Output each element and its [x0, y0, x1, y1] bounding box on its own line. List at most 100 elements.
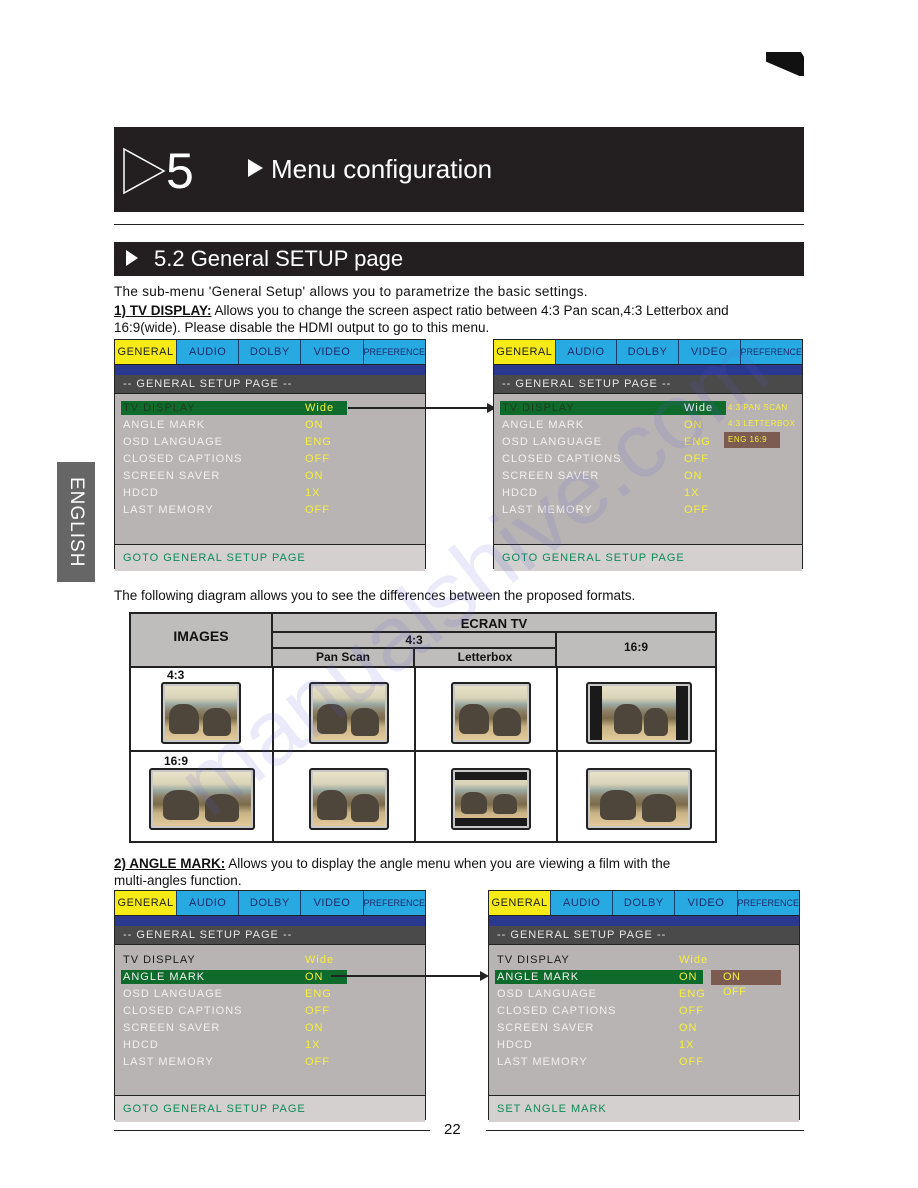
osd-navy-strip [115, 916, 425, 926]
row-label: TV DISPLAY [123, 402, 196, 414]
menu-row-hdcd[interactable]: HDCD 1X [121, 1038, 347, 1052]
menu-row-tv-display[interactable]: TV DISPLAY Wide [500, 401, 726, 415]
option-off[interactable]: OFF [711, 985, 781, 1000]
row-label: HDCD [497, 1039, 533, 1051]
tab-dolby[interactable]: DOLBY [613, 891, 676, 915]
menu-row-closed-captions[interactable]: CLOSED CAPTIONS OFF [121, 452, 347, 466]
menu-row-closed-captions[interactable]: CLOSED CAPTIONS OFF [121, 1004, 347, 1018]
header-4-3: 4:3 [273, 633, 557, 649]
row-label: OSD LANGUAGE [123, 988, 224, 1000]
osd-menu-tv-display-before: GENERAL AUDIO DOLBY VIDEO PREFERENCE -- … [114, 339, 426, 571]
osd-tab-bar: GENERAL AUDIO DOLBY VIDEO PREFERENCE [489, 891, 800, 916]
option-pan-scan[interactable]: 4:3 PAN SCAN [724, 400, 800, 416]
row-value: ON [305, 1022, 324, 1034]
menu-row-last-memory[interactable]: LAST MEMORY OFF [121, 503, 347, 517]
menu-row-last-memory[interactable]: LAST MEMORY OFF [495, 1055, 721, 1069]
tab-dolby[interactable]: DOLBY [239, 340, 302, 364]
elephant-image-pan-scan [309, 682, 389, 744]
tab-preference[interactable]: PREFERENCE [740, 340, 803, 364]
osd-page-title: -- GENERAL SETUP PAGE -- [494, 375, 802, 393]
menu-row-last-memory[interactable]: LAST MEMORY OFF [500, 503, 726, 517]
menu-row-angle-mark[interactable]: ANGLE MARK ON [121, 418, 347, 432]
tab-general[interactable]: GENERAL [115, 340, 178, 364]
menu-row-angle-mark[interactable]: ANGLE MARK ON [495, 970, 703, 984]
tab-general[interactable]: GENERAL [494, 340, 556, 364]
play-triangle-icon [248, 159, 263, 177]
row-value: Wide [305, 402, 335, 414]
menu-row-hdcd[interactable]: HDCD 1X [121, 486, 347, 500]
aspect-ratio-diagram: IMAGES ECRAN TV 4:3 16:9 Pan Scan Letter… [129, 612, 717, 843]
page-number: 22 [444, 1121, 461, 1138]
header-pan-scan: Pan Scan [273, 649, 415, 666]
menu-row-hdcd[interactable]: HDCD 1X [495, 1038, 721, 1052]
option-on[interactable]: ON [711, 970, 781, 985]
osd-tab-bar: GENERAL AUDIO DOLBY VIDEO PREFERENCE [115, 340, 426, 365]
angle-mark-keyword: 2) ANGLE MARK: [114, 856, 226, 871]
menu-row-tv-display[interactable]: TV DISPLAY Wide [121, 401, 347, 415]
tab-dolby[interactable]: DOLBY [239, 891, 302, 915]
row-value: Wide [679, 954, 709, 966]
option-16-9[interactable]: ENG 16:9 [724, 432, 780, 448]
menu-row-osd-language[interactable]: OSD LANGUAGE ENG [121, 435, 347, 449]
tab-video[interactable]: VIDEO [301, 891, 364, 915]
menu-row-last-memory[interactable]: LAST MEMORY OFF [121, 1055, 347, 1069]
menu-row-screen-saver[interactable]: SCREEN SAVER ON [121, 469, 347, 483]
tab-audio[interactable]: AUDIO [555, 340, 618, 364]
menu-row-closed-captions[interactable]: CLOSED CAPTIONS OFF [500, 452, 726, 466]
tab-dolby[interactable]: DOLBY [617, 340, 679, 364]
osd-body: TV DISPLAY Wide ANGLE MARK ON OSD LANGUAGE… [489, 944, 799, 1095]
menu-row-closed-captions[interactable]: CLOSED CAPTIONS OFF [495, 1004, 721, 1018]
osd-body: TV DISPLAY Wide ANGLE MARK ON OSD LANGUAGE… [115, 393, 425, 544]
tab-audio[interactable]: AUDIO [551, 891, 614, 915]
tab-video[interactable]: VIDEO [678, 340, 741, 364]
row-label: CLOSED CAPTIONS [123, 453, 243, 465]
tab-audio[interactable]: AUDIO [177, 340, 240, 364]
intro-text: The sub-menu 'General Setup' allows you … [114, 284, 588, 299]
osd-body: TV DISPLAY Wide ANGLE MARK ON OSD LANGUAGE… [115, 944, 425, 1095]
menu-row-osd-language[interactable]: OSD LANGUAGE ENG [121, 987, 347, 1001]
screen-header: ECRAN TV [273, 614, 715, 633]
osd-page-title: -- GENERAL SETUP PAGE -- [115, 375, 425, 393]
row-value: ENG [305, 436, 332, 448]
row-value: OFF [679, 1056, 704, 1068]
tab-general[interactable]: GENERAL [489, 891, 552, 915]
elephant-image-16-9-pan-scan [309, 768, 389, 830]
menu-row-tv-display[interactable]: TV DISPLAY Wide [495, 953, 721, 967]
row-value: OFF [305, 453, 330, 465]
row-label: SCREEN SAVER [123, 470, 221, 482]
angle-mark-desc-line1: Allows you to display the angle menu whe… [225, 856, 671, 871]
menu-row-hdcd[interactable]: HDCD 1X [500, 486, 726, 500]
menu-row-angle-mark[interactable]: ANGLE MARK ON [121, 970, 347, 984]
row-label: OSD LANGUAGE [502, 436, 603, 448]
row-value: Wide [684, 402, 714, 414]
menu-row-screen-saver[interactable]: SCREEN SAVER ON [500, 469, 726, 483]
row-value: OFF [684, 453, 709, 465]
row-label: ANGLE MARK [123, 971, 206, 983]
tab-video[interactable]: VIDEO [301, 340, 364, 364]
menu-row-screen-saver[interactable]: SCREEN SAVER ON [495, 1021, 721, 1035]
chapter-title-text: Menu configuration [271, 154, 493, 184]
tab-audio[interactable]: AUDIO [177, 891, 240, 915]
row-value: ON [679, 1022, 698, 1034]
menu-row-osd-language[interactable]: OSD LANGUAGE ENG [495, 987, 721, 1001]
angle-mark-options: ON OFF [711, 970, 781, 1000]
page-corner-tab [766, 52, 804, 76]
menu-row-tv-display[interactable]: TV DISPLAY Wide [121, 953, 347, 967]
grid-line [272, 666, 274, 841]
tab-preference[interactable]: PREFERENCE [737, 891, 800, 915]
tab-preference[interactable]: PREFERENCE [363, 891, 426, 915]
tab-video[interactable]: VIDEO [675, 891, 738, 915]
row-value: ENG [684, 436, 711, 448]
option-letterbox[interactable]: 4:3 LETTERBOX [724, 416, 800, 432]
menu-row-screen-saver[interactable]: SCREEN SAVER ON [121, 1021, 347, 1035]
osd-tab-bar: GENERAL AUDIO DOLBY VIDEO PREFERENCE [115, 891, 426, 916]
row-label: SCREEN SAVER [502, 470, 600, 482]
menu-row-angle-mark[interactable]: ANGLE MARK ON [500, 418, 726, 432]
chapter-triangle-icon [123, 147, 166, 195]
menu-row-osd-language[interactable]: OSD LANGUAGE ENG [500, 435, 726, 449]
row-value: ON [305, 419, 324, 431]
row-label: LAST MEMORY [123, 1056, 214, 1068]
tab-general[interactable]: GENERAL [115, 891, 178, 915]
row-label: TV DISPLAY [497, 954, 570, 966]
tab-preference[interactable]: PREFERENCE [363, 340, 426, 364]
